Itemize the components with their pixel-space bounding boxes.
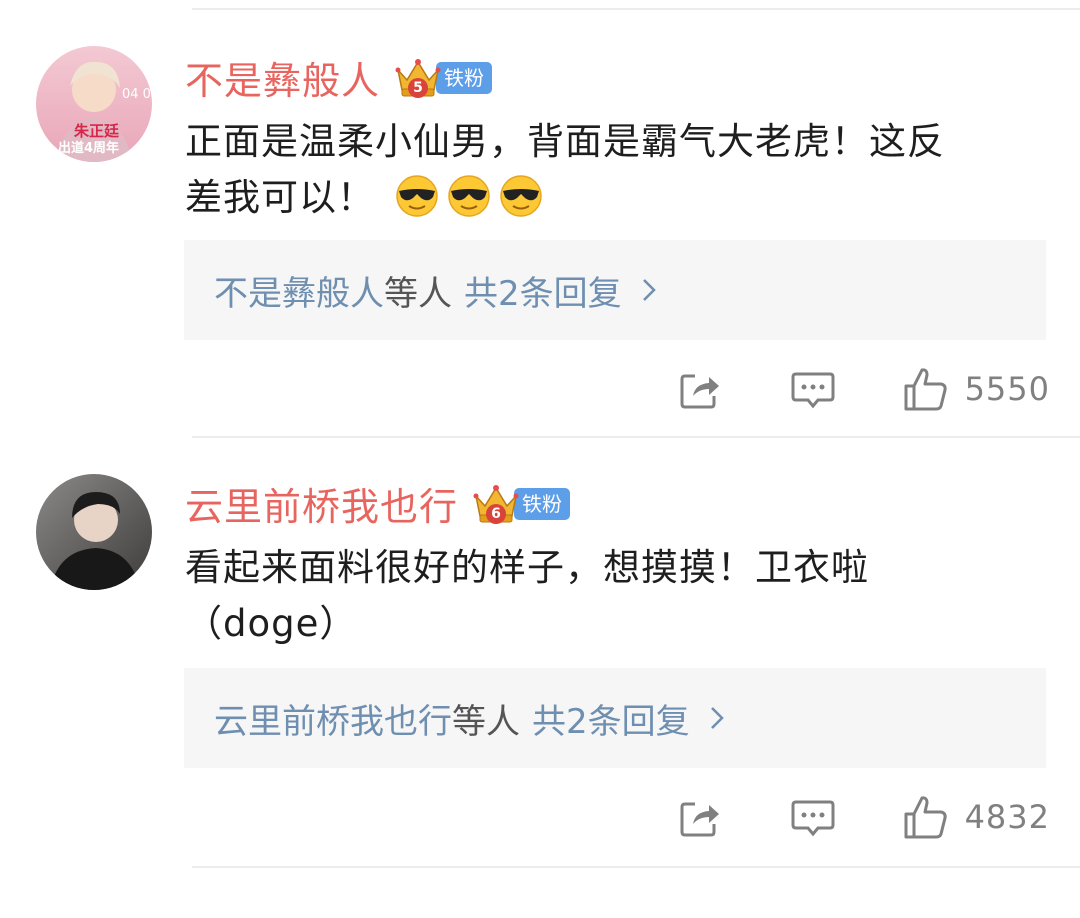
sunglasses-emoji-icon [498, 173, 544, 219]
sunglasses-emoji-icon [394, 173, 440, 219]
avatar[interactable] [36, 474, 152, 590]
avatar-caption: 出道4周年 [58, 140, 119, 156]
like-count: 5550 [964, 370, 1050, 408]
fan-tag: 铁粉 [436, 61, 493, 94]
comment-text-line: 正面是温柔小仙男，背面是霸气大老虎！这反 [185, 120, 945, 163]
avatar-caption: 朱正廷 [74, 122, 120, 140]
comment-text-line: 差我可以！ [185, 172, 1055, 224]
comment-header: 不是彝般人 5 铁粉 [185, 50, 493, 105]
reply-others-label: 等人 [452, 701, 520, 742]
reply-count-link[interactable]: 共2条回复 [464, 266, 622, 315]
avatar[interactable]: 04 08 朱正廷 出道4周年 [36, 46, 152, 162]
chevron-right-icon [642, 279, 656, 301]
reply-names[interactable]: 云里前桥我也行 [214, 694, 452, 743]
username[interactable]: 不是彝般人 [185, 50, 380, 105]
divider [192, 866, 1080, 868]
reply-names[interactable]: 不是彝般人 [214, 266, 384, 315]
sunglasses-emoji-icon [446, 173, 492, 219]
reply-preview[interactable]: 云里前桥我也行 等人 共2条回复 [184, 668, 1046, 768]
username[interactable]: 云里前桥我也行 [185, 476, 458, 531]
fan-level: 5 [408, 77, 429, 98]
comment-text: 看起来面料很好的样子，想摸摸！卫衣啦 （doge） [185, 542, 1055, 650]
crown-icon: 5 [394, 56, 442, 100]
reply-count-link[interactable]: 共2条回复 [532, 694, 690, 743]
avatar-date: 04 08 [122, 87, 152, 102]
fan-badge[interactable]: 6 铁粉 [472, 482, 571, 526]
fan-badge[interactable]: 5 铁粉 [394, 56, 493, 100]
reply-preview[interactable]: 不是彝般人 等人 共2条回复 [184, 240, 1046, 340]
share-icon[interactable] [677, 794, 723, 840]
like-count: 4832 [964, 798, 1050, 836]
comment-icon[interactable] [790, 366, 836, 412]
comment-text-line: 差我可以！ [185, 176, 375, 219]
comment-text-line: 看起来面料很好的样子，想摸摸！卫衣啦 [185, 546, 869, 589]
like-icon[interactable] [902, 366, 948, 412]
comment-actions: 4832 [0, 790, 1080, 850]
fan-tag: 铁粉 [514, 487, 571, 520]
comment-header: 云里前桥我也行 6 铁粉 [185, 476, 571, 531]
like-icon[interactable] [902, 794, 948, 840]
fan-level: 6 [486, 503, 507, 524]
divider [192, 8, 1080, 10]
reply-others-label: 等人 [384, 273, 452, 314]
crown-icon: 6 [472, 482, 520, 526]
share-icon[interactable] [677, 366, 723, 412]
comment-text: 正面是温柔小仙男，背面是霸气大老虎！这反 差我可以！ [185, 116, 1055, 224]
comment-icon[interactable] [790, 794, 836, 840]
chevron-right-icon [710, 707, 724, 729]
divider [192, 436, 1080, 438]
comment-text-line: （doge） [185, 602, 358, 645]
comment-actions: 5550 [0, 362, 1080, 422]
